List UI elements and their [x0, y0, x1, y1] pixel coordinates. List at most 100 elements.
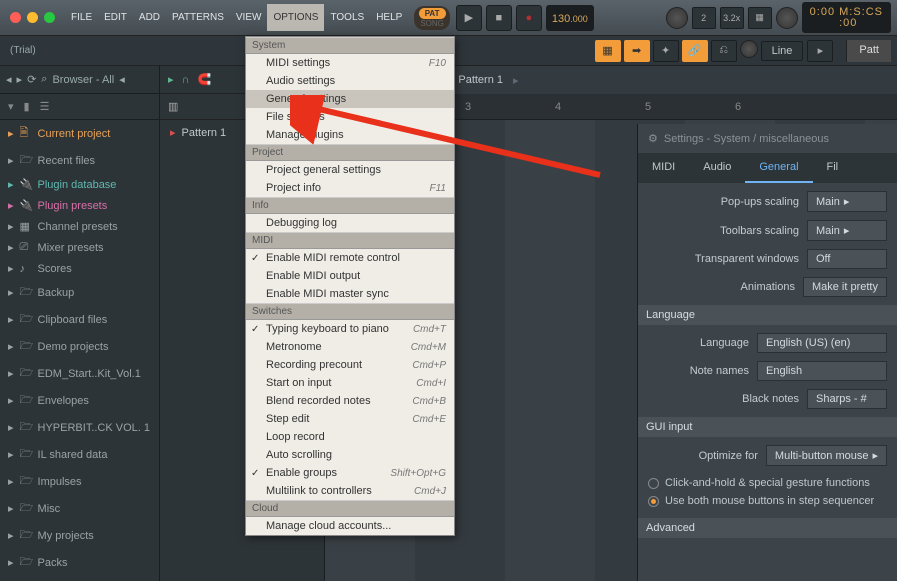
small-knob[interactable] — [740, 40, 758, 58]
nav-back-icon[interactable]: ◂ — [6, 73, 12, 86]
magnet-icon[interactable]: 🧲 — [197, 73, 211, 86]
menu-patterns[interactable]: PATTERNS — [166, 4, 230, 31]
menu-item-multilink-to-controllers[interactable]: Multilink to controllersCmd+J — [246, 482, 454, 500]
settings-tab-general[interactable]: General — [745, 153, 812, 183]
browser-item[interactable]: ▸🗁Misc — [0, 495, 159, 522]
zoom-window[interactable] — [44, 12, 55, 23]
knob[interactable] — [666, 7, 688, 29]
browser-item[interactable]: ▸🗁My projects — [0, 522, 159, 549]
browser-item[interactable]: ▸♪Scores — [0, 258, 159, 279]
panel-btn-4[interactable]: 🔗 — [682, 40, 708, 62]
minimize-window[interactable] — [27, 12, 38, 23]
collapse-icon[interactable]: ▾ — [8, 100, 14, 113]
browser-item[interactable]: ▸🗁HYPERBIT..CK VOL. 1 — [0, 414, 159, 441]
browser-item[interactable]: ▸🗁Envelopes — [0, 387, 159, 414]
menu-file[interactable]: FILE — [65, 4, 98, 31]
menu-view[interactable]: VIEW — [230, 4, 268, 31]
chevron-down-icon[interactable]: ◂ — [119, 73, 125, 86]
settings-tab-audio[interactable]: Audio — [689, 153, 745, 183]
snap-next[interactable]: ▸ — [807, 40, 833, 62]
toolbars-value[interactable]: Main ▸ — [807, 220, 887, 241]
headphones-icon[interactable]: ∩ — [182, 74, 190, 86]
zoom-btn[interactable]: 3.2x — [720, 7, 744, 29]
pattern-pill[interactable]: Patt — [846, 40, 891, 62]
browser-item[interactable]: ▸▦Channel presets — [0, 216, 159, 237]
menu-item-manage-cloud-accounts-[interactable]: Manage cloud accounts... — [246, 517, 454, 535]
list-icon[interactable]: ☰ — [40, 100, 50, 113]
menu-item-midi-settings[interactable]: MIDI settingsF10 — [246, 54, 454, 72]
panel-btn-5[interactable]: ⎌ — [711, 40, 737, 62]
folder-icon: 🗁 — [20, 283, 32, 302]
folder-icon[interactable]: ▮ — [24, 100, 30, 113]
menu-item-enable-midi-master-sync[interactable]: Enable MIDI master sync — [246, 285, 454, 303]
menu-tools[interactable]: TOOLS — [324, 4, 370, 31]
tempo-display[interactable]: 130.000 — [546, 5, 594, 31]
transparent-value[interactable]: Off — [807, 249, 887, 269]
menu-item-blend-recorded-notes[interactable]: Blend recorded notesCmd+B — [246, 392, 454, 410]
breadcrumb-b[interactable]: Pattern 1 — [458, 74, 503, 86]
menu-item-loop-record[interactable]: Loop record — [246, 428, 454, 446]
menu-item-typing-keyboard-to-piano[interactable]: ✓Typing keyboard to pianoCmd+T — [246, 320, 454, 338]
menu-item-start-on-input[interactable]: Start on inputCmd+I — [246, 374, 454, 392]
piano-icon[interactable]: ▥ — [168, 100, 178, 113]
menu-options[interactable]: OPTIONS — [267, 4, 324, 31]
optimize-value[interactable]: Multi-button mouse ▸ — [766, 445, 887, 466]
notenames-value[interactable]: English — [757, 361, 887, 381]
panel-btn-2[interactable]: ➡ — [624, 40, 650, 62]
browser-item[interactable]: ▸🗁EDM_Start..Kit_Vol.1 — [0, 360, 159, 387]
menu-item-debugging-log[interactable]: Debugging log — [246, 214, 454, 232]
browser-item[interactable]: ▸🗎Current project — [0, 120, 159, 147]
close-window[interactable] — [10, 12, 21, 23]
browser-item[interactable]: ▸🔌Plugin presets — [0, 195, 159, 216]
menu-item-enable-midi-remote-control[interactable]: ✓Enable MIDI remote control — [246, 249, 454, 267]
record-button[interactable]: ● — [516, 5, 542, 31]
menu-add[interactable]: ADD — [133, 4, 166, 31]
menu-item-project-general-settings[interactable]: Project general settings — [246, 161, 454, 179]
stop-button[interactable]: ■ — [486, 5, 512, 31]
snap-btn[interactable]: 2 — [692, 7, 716, 29]
popups-value[interactable]: Main ▸ — [807, 191, 887, 212]
anim-value[interactable]: Make it pretty — [803, 277, 887, 297]
browser-item[interactable]: ▸🗁Packs — [0, 549, 159, 576]
menu-item-audio-settings[interactable]: Audio settings — [246, 72, 454, 90]
radio-click-hold[interactable]: Click-and-hold & special gesture functio… — [648, 474, 887, 492]
snap-selector[interactable]: Line — [761, 41, 804, 61]
menu-help[interactable]: HELP — [370, 4, 408, 31]
settings-tab-fil[interactable]: Fil — [813, 153, 853, 183]
browser-item[interactable]: ▸🗁Demo projects — [0, 333, 159, 360]
settings-panel: ⚙ Settings - System / miscellaneous MIDI… — [637, 124, 897, 581]
browser-item[interactable]: ▸🗁Clipboard files — [0, 306, 159, 333]
blacknotes-value[interactable]: Sharps - # — [807, 389, 887, 409]
refresh-icon[interactable]: ⟳ — [27, 73, 36, 86]
language-value[interactable]: English (US) (en) — [757, 333, 887, 353]
grid-btn[interactable]: ▦ — [748, 7, 772, 29]
radio-both-buttons[interactable]: Use both mouse buttons in step sequencer — [648, 492, 887, 510]
menu-item-file-settings[interactable]: File settings — [246, 108, 454, 126]
arrow-icon[interactable]: ▸ — [168, 73, 174, 86]
menu-item-project-info[interactable]: Project infoF11 — [246, 179, 454, 197]
time-counter[interactable]: 0:00 M:S:CS:00 — [802, 2, 891, 33]
menu-item-auto-scrolling[interactable]: Auto scrolling — [246, 446, 454, 464]
menu-item-manage-plugins[interactable]: Manage plugins — [246, 126, 454, 144]
play-button[interactable]: ▶ — [456, 5, 482, 31]
browser-item[interactable]: ▸🗁Backup — [0, 279, 159, 306]
browser-item[interactable]: ▸🗁Impulses — [0, 468, 159, 495]
menu-item-general-settings[interactable]: General settings — [246, 90, 454, 108]
settings-tab-midi[interactable]: MIDI — [638, 153, 689, 183]
panel-btn-3[interactable]: ✦ — [653, 40, 679, 62]
nav-fwd-icon[interactable]: ▸ — [17, 73, 23, 86]
menu-item-enable-groups[interactable]: ✓Enable groupsShift+Opt+G — [246, 464, 454, 482]
knob2[interactable] — [776, 7, 798, 29]
browser-item[interactable]: ▸🗁Recent files — [0, 147, 159, 174]
menu-item-step-edit[interactable]: Step editCmd+E — [246, 410, 454, 428]
search-icon[interactable]: ⌕ — [41, 73, 47, 86]
menu-item-metronome[interactable]: MetronomeCmd+M — [246, 338, 454, 356]
browser-item[interactable]: ▸⎚Mixer presets — [0, 237, 159, 258]
browser-item[interactable]: ▸🔌Plugin database — [0, 174, 159, 195]
panel-btn-1[interactable]: ▦ — [595, 40, 621, 62]
menu-item-recording-precount[interactable]: Recording precountCmd+P — [246, 356, 454, 374]
browser-item[interactable]: ▸🗁IL shared data — [0, 441, 159, 468]
menu-item-enable-midi-output[interactable]: Enable MIDI output — [246, 267, 454, 285]
pat-song-toggle[interactable]: PAT SONG — [414, 6, 450, 30]
menu-edit[interactable]: EDIT — [98, 4, 133, 31]
